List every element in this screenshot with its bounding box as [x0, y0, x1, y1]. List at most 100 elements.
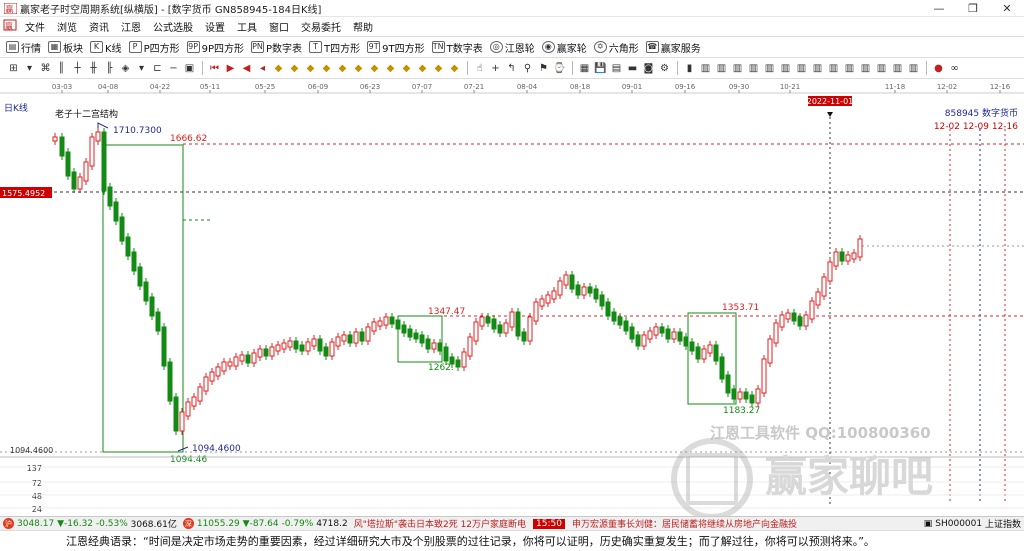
- tool-bars-icon[interactable]: ║: [54, 61, 69, 76]
- diamond-7-icon[interactable]: ◆: [367, 61, 382, 76]
- grid4-icon[interactable]: ▥: [746, 61, 761, 76]
- kline-chart-area[interactable]: 03-03 04-08 04-22 05-11 05-25 06-09 06-23 07-07…: [0, 79, 1024, 520]
- palette-icon[interactable]: ●: [931, 61, 946, 76]
- news-ticker-2[interactable]: 申万宏源董事长刘健：居民储蓄将继续从房地产向金融投: [569, 517, 800, 530]
- candle: [371, 321, 377, 332]
- shrink-icon[interactable]: ◂: [255, 61, 270, 76]
- grid2-icon[interactable]: ▥: [714, 61, 729, 76]
- toolbar-p-square-button[interactable]: P P四方形: [128, 40, 180, 55]
- toolbar-tn-table-button[interactable]: TN T数字表: [431, 40, 483, 55]
- toolbar-sector-button[interactable]: ▦ 板块: [48, 40, 83, 55]
- diamond-1-icon[interactable]: ◆: [271, 61, 286, 76]
- diamond-11-icon[interactable]: ◆: [431, 61, 446, 76]
- arrow-tool-icon[interactable]: ↰: [504, 61, 519, 76]
- tool-diamond-icon[interactable]: ◈: [118, 61, 133, 76]
- diamond-3-icon[interactable]: ◆: [303, 61, 318, 76]
- dropdown-arrow-icon[interactable]: ▾: [22, 61, 37, 76]
- index-2-quote[interactable]: 深 11055.29 ▼-87.64 -0.79% 4718.2: [180, 518, 351, 529]
- grid3-icon[interactable]: ▥: [730, 61, 745, 76]
- tool-cycle-icon[interactable]: ⌘: [38, 61, 53, 76]
- index-1-quote[interactable]: 沪 3048.17 ▼-16.32 -0.53% 3068.61亿: [0, 517, 180, 530]
- folder-icon[interactable]: ▬: [625, 61, 640, 76]
- toolbar-9p-square-button[interactable]: 9P 9P四方形: [186, 40, 244, 55]
- menu-news[interactable]: 资讯: [83, 19, 115, 34]
- next-icon[interactable]: ▶: [223, 61, 238, 76]
- menu-browse[interactable]: 浏览: [51, 19, 83, 34]
- low-price-tag: 1094.4600: [10, 446, 53, 455]
- diamond-5-icon[interactable]: ◆: [335, 61, 350, 76]
- menu-tools[interactable]: 工具: [231, 19, 263, 34]
- toolbar-winner-wheel-button[interactable]: ◉ 赢家轮: [541, 40, 587, 55]
- camera-icon[interactable]: ◙: [641, 61, 656, 76]
- diamond-4-icon[interactable]: ◆: [319, 61, 334, 76]
- diamond-2-icon[interactable]: ◆: [287, 61, 302, 76]
- candle: [833, 251, 839, 267]
- grid12-icon[interactable]: ▥: [874, 61, 889, 76]
- tool-frame-icon[interactable]: ▣: [182, 61, 197, 76]
- picture-icon[interactable]: ▦: [577, 61, 592, 76]
- toolbar-kline-button[interactable]: K K线: [90, 40, 122, 55]
- tool-bars2-icon[interactable]: ╫: [86, 61, 101, 76]
- diamond-10-icon[interactable]: ◆: [415, 61, 430, 76]
- menu-trade[interactable]: 交易委托: [295, 19, 347, 34]
- menu-settings[interactable]: 设置: [199, 19, 231, 34]
- grid6-icon[interactable]: ▥: [778, 61, 793, 76]
- date-tick-label: 11-18: [885, 83, 905, 91]
- grid8-icon[interactable]: ▥: [810, 61, 825, 76]
- diamond-9-icon[interactable]: ◆: [399, 61, 414, 76]
- prev-icon[interactable]: ◀: [239, 61, 254, 76]
- save-icon[interactable]: 💾: [593, 61, 608, 76]
- diamond-12-icon[interactable]: ◆: [447, 61, 462, 76]
- tool-group-icon[interactable]: ⚙: [657, 61, 672, 76]
- menu-file[interactable]: 文件: [19, 19, 51, 34]
- tool-minus-icon[interactable]: −: [166, 61, 181, 76]
- infinity-icon[interactable]: ∞: [947, 61, 962, 76]
- grid7-icon[interactable]: ▥: [794, 61, 809, 76]
- diamond-8-icon[interactable]: ◆: [383, 61, 398, 76]
- clock-tool-icon[interactable]: ⌚: [552, 61, 567, 76]
- grid9-icon[interactable]: ▥: [826, 61, 841, 76]
- maximize-icon[interactable]: ❐: [956, 0, 990, 17]
- candle: [797, 316, 803, 327]
- diamond-6-icon[interactable]: ◆: [351, 61, 366, 76]
- grid11-icon[interactable]: ▥: [858, 61, 873, 76]
- fan-tool-icon[interactable]: ⚲: [520, 61, 535, 76]
- date-tick-label: 09-30: [729, 83, 749, 91]
- grid1-icon[interactable]: ▥: [698, 61, 713, 76]
- flag-tool-icon[interactable]: ⚑: [536, 61, 551, 76]
- toolbar-hexagon-button[interactable]: ✡ 六角形: [593, 40, 639, 55]
- toolbar-service-button[interactable]: ☎ 赢家服务: [645, 40, 701, 55]
- tool-cross-icon[interactable]: ┼: [70, 61, 85, 76]
- toolbar-9t-square-button[interactable]: 9T 9T四方形: [367, 40, 425, 55]
- tool-dropdown-icon[interactable]: ▾: [134, 61, 149, 76]
- close-icon[interactable]: ✕: [990, 0, 1024, 17]
- menu-help[interactable]: 帮助: [347, 19, 379, 34]
- grid-menu-icon[interactable]: ⊞: [6, 61, 21, 76]
- menu-window[interactable]: 窗口: [263, 19, 295, 34]
- status-index-link[interactable]: ▣ SH000001 上证指数: [921, 517, 1024, 531]
- table-icon[interactable]: ▤: [609, 61, 624, 76]
- sector-icon: ▦: [48, 41, 61, 53]
- toolbar-gann-wheel-button[interactable]: ◎ 江恩轮: [489, 40, 535, 55]
- toolbar-pn-table-button[interactable]: PN P数字表: [251, 40, 302, 55]
- grid14-icon[interactable]: ▥: [906, 61, 921, 76]
- bars-chart-icon[interactable]: ▮: [682, 61, 697, 76]
- kline-chart[interactable]: 03-03 04-08 04-22 05-11 05-25 06-09 06-23 07-07…: [0, 79, 1024, 520]
- menu-formula[interactable]: 公式选股: [147, 19, 199, 34]
- candle: [311, 338, 317, 347]
- hand-icon[interactable]: ☝: [472, 61, 487, 76]
- toolbar-t-square-button[interactable]: T T四方形: [309, 40, 360, 55]
- grid13-icon[interactable]: ▥: [890, 61, 905, 76]
- grid5-icon[interactable]: ▥: [762, 61, 777, 76]
- candle: [203, 376, 209, 392]
- tool-bars3-icon[interactable]: ╟: [102, 61, 117, 76]
- crosshair-icon[interactable]: +: [488, 61, 503, 76]
- news-ticker-1[interactable]: 风"塔拉斯"袭击日本致2死 12万户家庭断电: [351, 517, 529, 530]
- menu-gann[interactable]: 江恩: [115, 19, 147, 34]
- candle: [521, 331, 527, 342]
- first-icon[interactable]: ⏮: [207, 61, 222, 76]
- minimize-icon[interactable]: —: [922, 0, 956, 17]
- toolbar-market-button[interactable]: ▤ 行情: [6, 40, 41, 55]
- grid10-icon[interactable]: ▥: [842, 61, 857, 76]
- tool-step-icon[interactable]: ⊏: [150, 61, 165, 76]
